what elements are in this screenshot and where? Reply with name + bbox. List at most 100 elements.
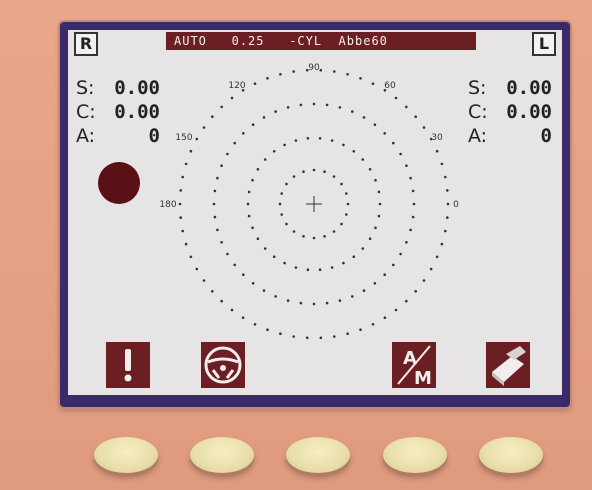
ring-dot	[283, 261, 286, 265]
ring-dot	[374, 226, 377, 230]
ring-dot	[374, 178, 377, 182]
ring-dot	[352, 255, 356, 258]
ring-dot	[247, 214, 251, 218]
ring-dot	[263, 247, 267, 250]
ring-dot	[373, 123, 377, 126]
ring-dot	[230, 96, 234, 100]
ring-dot	[285, 182, 288, 186]
ring-dot	[266, 328, 269, 332]
ring-dot	[230, 308, 234, 312]
ring-dot	[394, 96, 398, 100]
ring-dot	[274, 295, 277, 298]
ring-dot	[262, 289, 266, 292]
ring-dot	[195, 137, 199, 141]
ring-dot	[220, 105, 223, 109]
ring-dot	[345, 213, 348, 216]
ring-dot	[299, 301, 303, 305]
ring-dot	[405, 105, 408, 109]
ring-dot	[361, 247, 365, 250]
auto-letter: A	[403, 348, 417, 369]
ring-dot	[251, 226, 254, 230]
ring-dot	[286, 106, 290, 109]
softkey-button-3[interactable]	[286, 437, 350, 473]
ring-dot	[325, 301, 329, 305]
ring-dot	[333, 70, 336, 73]
ring-dot	[394, 308, 398, 312]
lcd-screen: R AUTO 0.25 -CYL Abbe60 L S: 0.00 C: 0.00 …	[68, 30, 562, 395]
ring-dot	[220, 299, 223, 303]
ring-dot	[378, 202, 382, 206]
ring-dot	[359, 77, 362, 80]
ring-dot	[373, 282, 377, 285]
print-icon	[492, 346, 526, 386]
ring-dot	[247, 190, 251, 194]
softkey-icon-warning	[106, 342, 150, 388]
ring-dot	[383, 273, 387, 276]
ring-dot	[346, 73, 349, 76]
ring-dot	[325, 103, 329, 107]
ring-dot	[246, 202, 250, 206]
ring-dot	[361, 158, 365, 161]
ring-dot	[318, 268, 322, 271]
ring-dot	[253, 323, 257, 326]
ring-dot	[220, 241, 223, 244]
ring-dot	[272, 150, 276, 153]
auto-manual-icon: A M	[397, 345, 432, 388]
ring-dot	[377, 190, 381, 194]
ring-dot	[412, 202, 416, 206]
ring-dot	[422, 279, 426, 282]
ring-dot	[302, 235, 305, 238]
ring-dot	[346, 202, 350, 206]
ring-dot	[440, 242, 444, 246]
ring-dot	[346, 332, 349, 336]
ring-dot	[330, 139, 334, 142]
ring-dot	[280, 192, 283, 195]
ring-dot	[242, 132, 245, 135]
ring-dot	[362, 289, 366, 292]
ring-dot	[383, 316, 387, 320]
ring-dot	[292, 70, 295, 73]
ring-dot	[371, 323, 375, 326]
ring-dot	[202, 126, 206, 129]
softkey-button-1[interactable]	[94, 437, 158, 473]
softkey-button-4[interactable]	[383, 437, 447, 473]
ring-dot	[262, 116, 266, 119]
ring-dot	[251, 282, 255, 285]
ring-dot	[292, 230, 296, 233]
ring-dot	[352, 150, 356, 153]
ring-dot	[272, 255, 276, 258]
ring-dot	[383, 132, 387, 135]
ring-dot	[253, 82, 257, 85]
angle-label-150: 150	[175, 133, 192, 143]
ring-dot	[251, 123, 255, 126]
ring-dot	[435, 149, 439, 153]
ring-dot	[285, 222, 288, 226]
ring-dot	[213, 215, 217, 219]
ring-dot	[392, 263, 395, 267]
ring-dot	[446, 202, 450, 206]
ring-dot	[306, 137, 310, 140]
softkey-icon-auto-manual: A M	[392, 342, 436, 388]
ring-dot	[333, 335, 336, 338]
softkey-button-5[interactable]	[479, 437, 543, 473]
ring-dot	[414, 115, 418, 118]
ring-dot	[266, 77, 269, 80]
ring-dot	[181, 175, 184, 179]
ring-dot	[312, 236, 316, 240]
angle-label-120: 120	[228, 81, 245, 91]
steering-wheel-icon	[204, 346, 242, 384]
ring-dot	[220, 164, 223, 167]
ring-dot	[312, 168, 316, 172]
ring-dot	[306, 268, 310, 271]
softkey-button-2[interactable]	[190, 437, 254, 473]
ring-dot	[283, 143, 286, 147]
ring-dot	[371, 82, 375, 85]
ring-dot	[292, 175, 296, 178]
ring-dot	[294, 266, 298, 269]
ring-dot	[233, 141, 236, 145]
ring-dot	[342, 143, 345, 147]
ring-dot	[256, 237, 260, 240]
ring-dot	[405, 164, 408, 167]
ring-dot	[377, 214, 381, 218]
ring-dot	[368, 237, 372, 240]
